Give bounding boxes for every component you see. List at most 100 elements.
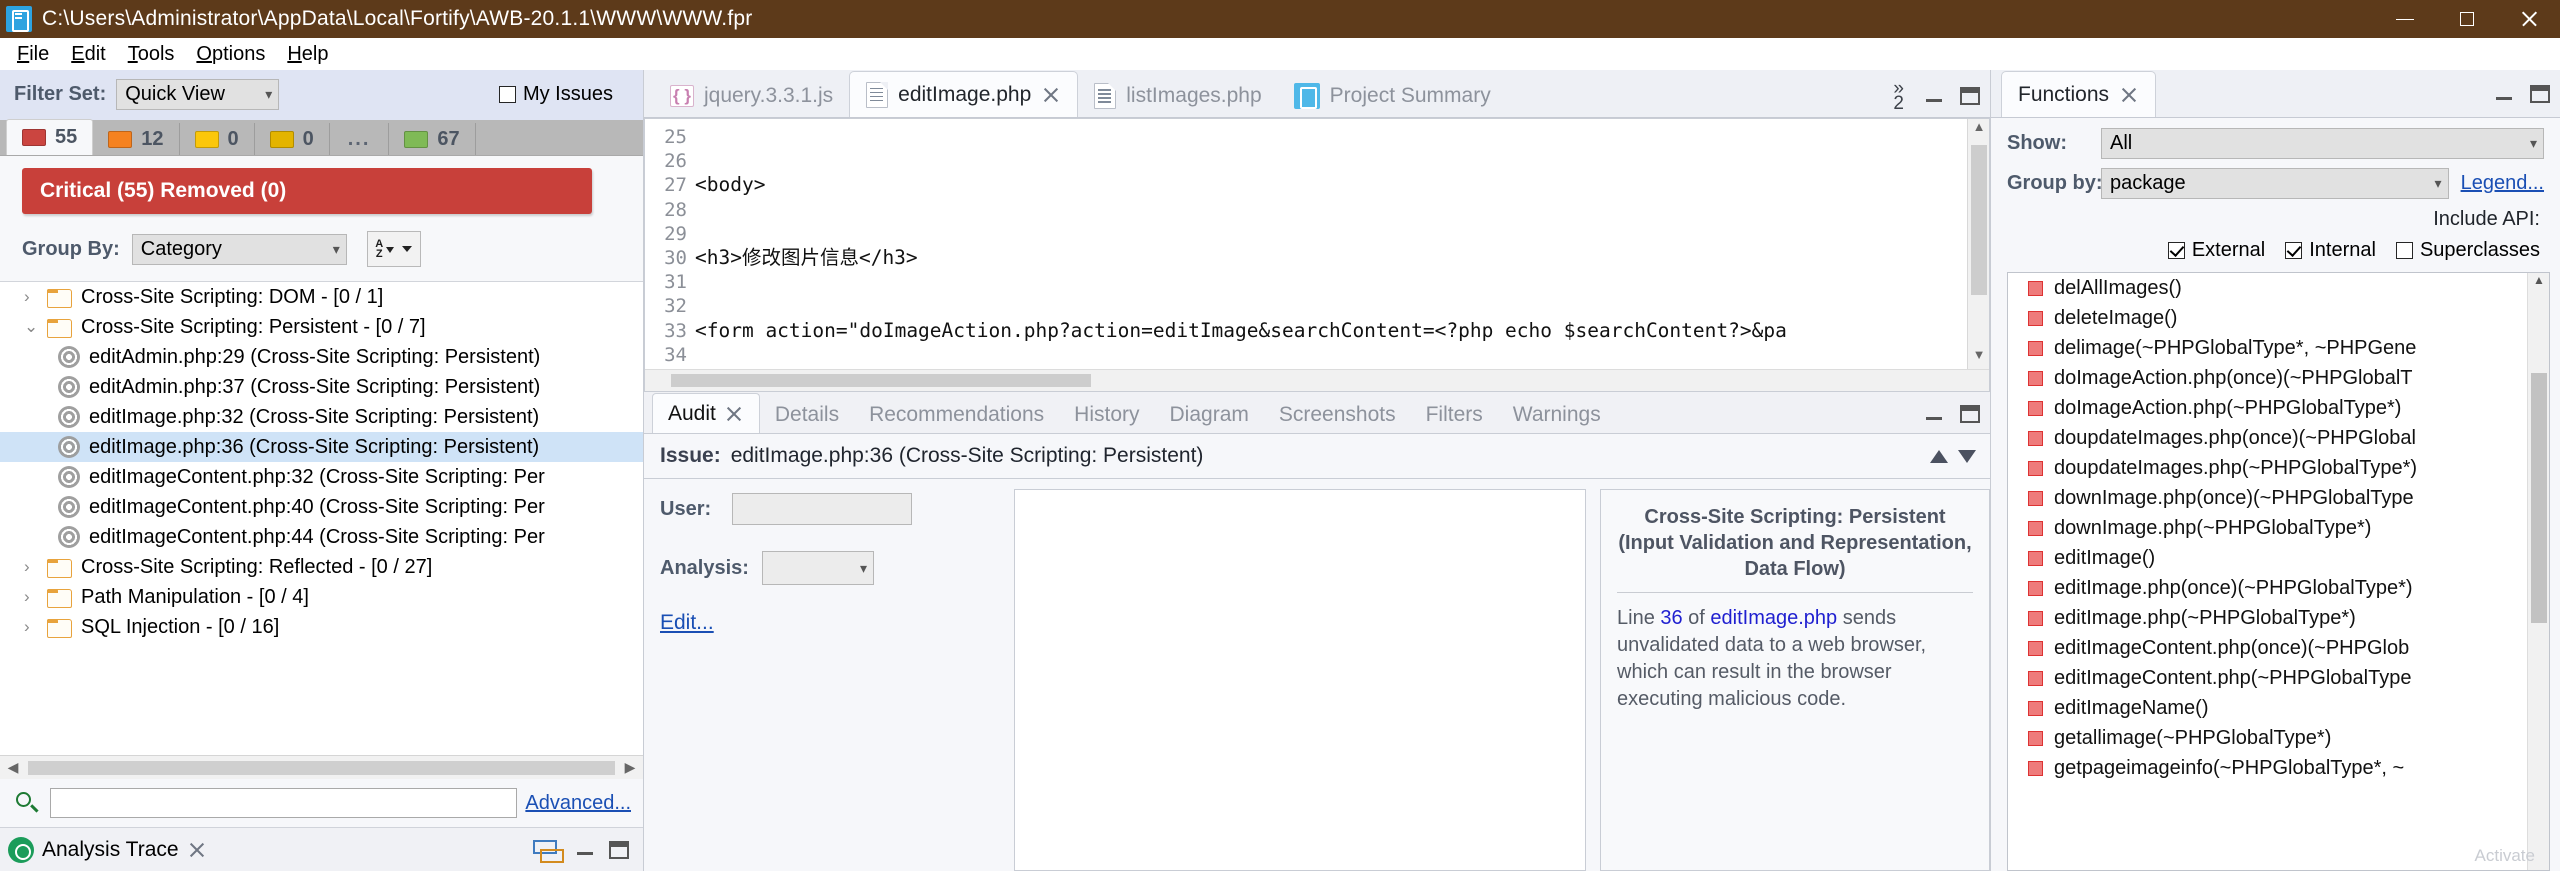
tree-row-issue-selected[interactable]: editImage.php:36 (Cross-Site Scripting: … (0, 432, 643, 462)
edit-link[interactable]: Edit... (660, 611, 714, 634)
close-icon[interactable] (724, 404, 744, 424)
next-issue-button[interactable] (1958, 449, 1976, 463)
severity-tab-all[interactable]: 67 (389, 123, 476, 155)
superclasses-checkbox[interactable] (2395, 242, 2413, 259)
function-item[interactable]: editImageName() (2008, 693, 2549, 723)
tab-diagram[interactable]: Diagram (1155, 397, 1264, 433)
minimize-panel-icon[interactable] (1924, 87, 1944, 107)
tree-row-folder[interactable]: › Cross-Site Scripting: DOM - [0 / 1] (0, 282, 643, 312)
function-item[interactable]: editImageContent.php(~PHPGlobalType (2008, 663, 2549, 693)
function-item[interactable]: editImage.php(~PHPGlobalType*) (2008, 603, 2549, 633)
maximize-panel-icon[interactable] (2530, 85, 2550, 103)
tab-functions[interactable]: Functions (2001, 71, 2157, 117)
minimize-panel-icon[interactable] (1924, 405, 1944, 425)
function-item[interactable]: delimage(~PHPGlobalType*, ~PHPGene (2008, 333, 2549, 363)
scroll-up-icon[interactable]: ▲ (2528, 273, 2549, 293)
function-item[interactable]: getpageimageinfo(~PHPGlobalType*, ~ (2008, 753, 2549, 783)
tree-row-issue[interactable]: editAdmin.php:29 (Cross-Site Scripting: … (0, 342, 643, 372)
function-item[interactable]: downImage.php(~PHPGlobalType*) (2008, 513, 2549, 543)
scroll-thumb[interactable] (2531, 373, 2547, 623)
search-icon[interactable] (12, 788, 42, 818)
chevron-right-icon[interactable]: › (24, 287, 46, 307)
tab-details[interactable]: Details (760, 397, 854, 433)
function-item[interactable]: doImageAction.php(~PHPGlobalType*) (2008, 393, 2549, 423)
minimize-panel-icon[interactable] (2494, 85, 2514, 105)
checkbox-internal[interactable]: Internal (2285, 239, 2376, 262)
tab-history[interactable]: History (1059, 397, 1154, 433)
analysis-dropdown[interactable]: ▾ (762, 551, 874, 585)
chevron-right-icon[interactable]: › (24, 557, 46, 577)
chevron-down-icon[interactable]: ⌄ (24, 317, 46, 337)
maximize-button[interactable] (2436, 0, 2498, 38)
function-item[interactable]: doupdateImages.php(once)(~PHPGlobal (2008, 423, 2549, 453)
group-by-dropdown[interactable]: Category ▾ (131, 233, 347, 265)
tab-audit[interactable]: Audit (652, 393, 760, 433)
function-item[interactable]: downImage.php(once)(~PHPGlobalType (2008, 483, 2549, 513)
code-lines[interactable]: <body> <h3>修改图片信息</h3> <form action="doI… (687, 119, 1989, 391)
editor-tab-listimages[interactable]: listImages.php (1078, 75, 1277, 117)
tree-row-issue[interactable]: editAdmin.php:37 (Cross-Site Scripting: … (0, 372, 643, 402)
function-item[interactable]: deleteImage() (2008, 303, 2549, 333)
severity-tab-high[interactable]: 12 (93, 123, 180, 155)
editor-tab-jquery[interactable]: { } jquery.3.3.1.js (654, 75, 849, 117)
close-button[interactable] (2498, 0, 2560, 38)
editor-tab-editimage[interactable]: editImage.php (849, 71, 1079, 117)
scroll-right-icon[interactable]: ▶ (617, 759, 643, 776)
chevron-right-icon[interactable]: › (24, 617, 46, 637)
menu-item-options[interactable]: Options (185, 41, 276, 68)
advanced-search-link[interactable]: Advanced... (525, 792, 631, 815)
functions-list[interactable]: delAllImages() deleteImage() delimage(~P… (2007, 272, 2550, 871)
editor-tab-overflow[interactable]: » 2 (1893, 79, 1904, 113)
my-issues-toggle[interactable]: My Issues (498, 83, 613, 106)
menu-item-edit[interactable]: Edit (60, 41, 116, 68)
internal-checkbox[interactable] (2285, 242, 2303, 259)
functions-scrollbar[interactable]: ▲ (2527, 273, 2549, 870)
close-icon[interactable] (1041, 85, 1061, 105)
tree-row-folder[interactable]: › Cross-Site Scripting: Reflected - [0 /… (0, 552, 643, 582)
my-issues-checkbox[interactable] (498, 86, 516, 103)
close-icon[interactable] (187, 840, 207, 860)
user-field[interactable] (732, 493, 912, 525)
group-by-dropdown[interactable]: package ▾ (2101, 168, 2449, 199)
menu-item-file[interactable]: File (6, 41, 60, 68)
sort-az-button[interactable]: AZ (366, 231, 421, 267)
previous-issue-button[interactable] (1930, 449, 1948, 463)
maximize-panel-icon[interactable] (1960, 87, 1980, 105)
show-dropdown[interactable]: All ▾ (2101, 128, 2544, 159)
filter-set-dropdown[interactable]: Quick View ▾ (116, 79, 280, 110)
severity-tab-critical[interactable]: 55 (6, 119, 94, 155)
minimize-button[interactable] (2374, 0, 2436, 38)
maximize-panel-icon[interactable] (609, 840, 629, 859)
search-input[interactable] (50, 788, 518, 818)
tree-row-issue[interactable]: editImageContent.php:44 (Cross-Site Scri… (0, 522, 643, 552)
checkbox-superclasses[interactable]: Superclasses (2395, 239, 2540, 262)
swap-views-icon[interactable] (533, 838, 564, 863)
scroll-thumb[interactable] (671, 374, 1091, 387)
tab-warnings[interactable]: Warnings (1498, 397, 1616, 433)
code-vertical-scrollbar[interactable]: ▲ ▼ (1967, 119, 1989, 391)
scroll-thumb[interactable] (1971, 145, 1987, 295)
tree-row-issue[interactable]: editImageContent.php:32 (Cross-Site Scri… (0, 462, 643, 492)
tree-row-folder[interactable]: ⌄ Cross-Site Scripting: Persistent - [0 … (0, 312, 643, 342)
menu-item-help[interactable]: Help (276, 41, 339, 68)
code-horizontal-scrollbar[interactable] (645, 369, 1989, 391)
code-viewer[interactable]: 25 26 27 28 29 30 31 32 33 34 35 36 37 3… (644, 118, 1990, 392)
function-item[interactable]: editImage() (2008, 543, 2549, 573)
external-checkbox[interactable] (2167, 242, 2185, 259)
scroll-up-icon[interactable]: ▲ (1968, 119, 1989, 141)
function-item[interactable]: editImageContent.php(once)(~PHPGlob (2008, 633, 2549, 663)
audit-comment-box[interactable] (1014, 489, 1586, 871)
close-icon[interactable] (2119, 85, 2139, 105)
scroll-left-icon[interactable]: ◀ (0, 759, 26, 776)
scroll-thumb[interactable] (28, 760, 615, 775)
chevron-right-icon[interactable]: › (24, 587, 46, 607)
tree-row-issue[interactable]: editImage.php:32 (Cross-Site Scripting: … (0, 402, 643, 432)
maximize-panel-icon[interactable] (1960, 405, 1980, 423)
severity-tab-more[interactable]: ... (329, 123, 390, 155)
function-item[interactable]: doImageAction.php(once)(~PHPGlobalT (2008, 363, 2549, 393)
checkbox-external[interactable]: External (2167, 239, 2265, 262)
tab-screenshots[interactable]: Screenshots (1264, 397, 1411, 433)
minimize-panel-icon[interactable] (575, 840, 595, 860)
legend-link[interactable]: Legend... (2461, 172, 2544, 195)
severity-tab-low[interactable]: 0 (254, 123, 330, 155)
